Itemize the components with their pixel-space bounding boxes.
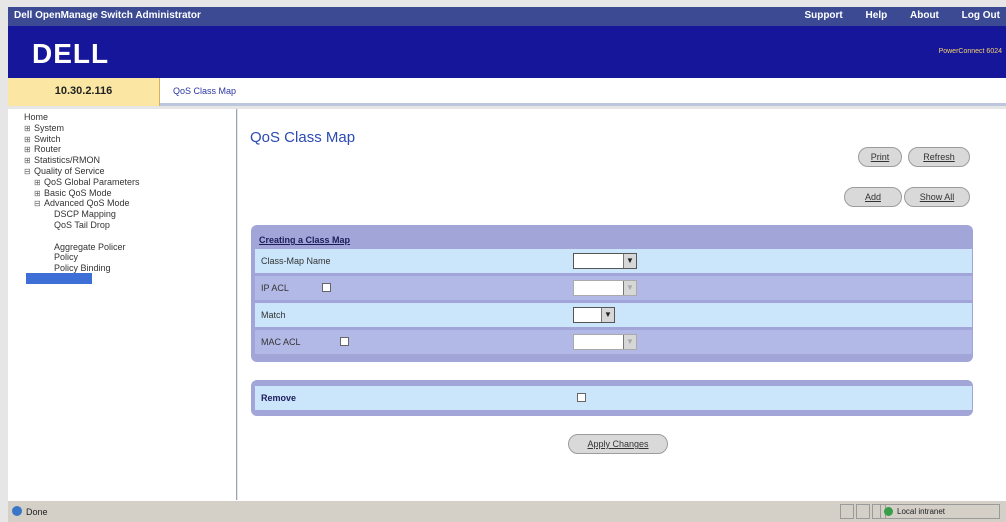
security-zone: Local intranet — [880, 504, 1000, 519]
tree-item-basic-qos-mode[interactable]: ⊞ Basic QoS Mode — [34, 188, 112, 198]
page-done-icon — [12, 506, 22, 516]
about-link[interactable]: About — [910, 10, 939, 21]
tree-item-class-map[interactable]: Class Map — [44, 231, 99, 241]
tree-item-advanced-qos-mode[interactable]: ⊟ Advanced QoS Mode — [34, 198, 130, 208]
ip-acl-label: IP ACL — [261, 283, 289, 293]
tree-item-label: Home — [24, 112, 49, 122]
top-links: Support Help About Log Out — [784, 10, 1000, 21]
help-link[interactable]: Help — [866, 10, 888, 21]
tree-item-label: System — [34, 122, 65, 133]
mac-acl-checkbox[interactable] — [340, 337, 349, 346]
tree-item-system[interactable]: ⊞ System — [24, 123, 64, 133]
app-title: Dell OpenManage Switch Administrator — [14, 10, 201, 21]
page-title: QoS Class Map — [250, 129, 356, 146]
chevron-down-icon: ▼ — [623, 254, 636, 268]
expand-icon[interactable]: ⊞ — [24, 135, 34, 144]
sidebar-tree: Home ⊞ System ⊞ Switch ⊞ Router ⊞ Statistics/RMO… — [8, 109, 237, 500]
support-link[interactable]: Support — [804, 10, 842, 21]
tree-item-label: Quality of Service — [34, 166, 105, 176]
tree-item-policy[interactable]: Policy — [44, 252, 78, 262]
tree-item-label: DSCP Mapping — [54, 209, 116, 220]
chevron-down-icon: ▼ — [623, 281, 636, 295]
apply-changes-button[interactable]: Apply Changes — [568, 434, 668, 454]
remove-label: Remove — [261, 393, 297, 403]
status-bar: Done Local intranet — [8, 500, 1006, 522]
ip-address: 10.30.2.116 — [8, 78, 160, 106]
tree-item-label: Basic QoS Mode — [44, 187, 112, 198]
match-row: Match ▼ — [255, 303, 972, 327]
expand-icon[interactable]: ⊞ — [24, 156, 34, 165]
status-text: Done — [26, 507, 48, 517]
section-title: Creating a Class Map — [259, 235, 351, 245]
ip-acl-row: IP ACL ▼ — [255, 276, 972, 300]
tree-item-qos-global-parameters[interactable]: ⊞ QoS Global Parameters — [34, 177, 140, 187]
tree-item-label: Class Map — [54, 230, 99, 241]
tree-item-label: Aggregate Policer — [54, 241, 126, 252]
tree-item-aggregate-policer[interactable]: Aggregate Policer — [44, 242, 126, 252]
model-name: PowerConnect 6024 — [938, 48, 1002, 55]
add-button[interactable]: Add — [844, 187, 902, 207]
remove-row: Remove — [255, 386, 972, 410]
tree-selection-highlight — [26, 273, 92, 284]
tree-item-home[interactable]: Home — [14, 112, 48, 122]
mac-acl-row: MAC ACL ▼ — [255, 330, 972, 354]
globe-icon — [884, 507, 893, 516]
class-map-name-label: Class-Map Name — [261, 256, 331, 266]
expand-icon[interactable]: ⊞ — [24, 145, 34, 154]
collapse-icon[interactable]: ⊟ — [34, 199, 44, 208]
zone-text: Local intranet — [897, 507, 946, 516]
tree-item-router[interactable]: ⊞ Router — [24, 144, 61, 154]
tree-item-dscp-mapping[interactable]: DSCP Mapping — [44, 209, 116, 219]
collapse-icon[interactable]: ⊟ — [24, 167, 34, 176]
app-window: Dell OpenManage Switch Administrator Sup… — [0, 0, 1006, 522]
tree-item-label: Advanced QoS Mode — [44, 198, 130, 209]
tree-item-label: QoS Global Parameters — [44, 176, 140, 187]
logout-link[interactable]: Log Out — [962, 10, 1000, 21]
chevron-down-icon: ▼ — [601, 308, 614, 322]
mac-acl-label: MAC ACL — [261, 337, 301, 347]
expand-icon[interactable]: ⊞ — [34, 189, 44, 198]
expand-icon[interactable]: ⊞ — [24, 124, 34, 133]
tree-item-qos-tail-drop[interactable]: QoS Tail Drop — [44, 220, 110, 230]
tree-item-label: QoS Tail Drop — [54, 220, 110, 230]
address-row: 10.30.2.116 QoS Class Map — [8, 78, 1006, 106]
expand-icon[interactable]: ⊞ — [34, 178, 44, 187]
refresh-button[interactable]: Refresh — [908, 147, 970, 167]
match-label: Match — [261, 310, 286, 320]
ip-acl-select[interactable]: ▼ — [573, 280, 637, 296]
tree-item-label: Policy Binding — [54, 263, 111, 274]
mac-acl-select[interactable]: ▼ — [573, 334, 637, 350]
tree-item-label: Switch — [34, 133, 61, 144]
tree-item-label: Router — [34, 144, 62, 155]
tree-item-label: Policy — [54, 252, 79, 263]
breadcrumb[interactable]: QoS Class Map — [173, 86, 236, 96]
tree-item-switch[interactable]: ⊞ Switch — [24, 134, 61, 144]
tree-item-label: Statistics/RMON — [34, 155, 101, 166]
print-button[interactable]: Print — [858, 147, 902, 167]
banner: DELL PowerConnect 6024 — [8, 26, 1006, 78]
tree-item-statistics-rmon[interactable]: ⊞ Statistics/RMON — [24, 155, 100, 165]
tree-item-policy-binding[interactable]: Policy Binding — [44, 263, 111, 273]
remove-checkbox[interactable] — [577, 393, 586, 402]
tree-item-quality-of-service[interactable]: ⊟ Quality of Service — [24, 166, 105, 176]
class-map-name-row: Class-Map Name ▼ — [255, 249, 972, 273]
chevron-down-icon: ▼ — [623, 335, 636, 349]
main-panel: QoS Class Map Print Refresh Add Show All… — [238, 109, 1006, 500]
ip-acl-checkbox[interactable] — [322, 283, 331, 292]
class-map-name-select[interactable]: ▼ — [573, 253, 637, 269]
show-all-button[interactable]: Show All — [904, 187, 970, 207]
dell-logo: DELL — [32, 38, 110, 69]
create-class-map-section: Creating a Class Map Class-Map Name ▼ IP… — [251, 225, 973, 362]
match-select[interactable]: ▼ — [573, 307, 615, 323]
top-menu-bar: Dell OpenManage Switch Administrator Sup… — [8, 7, 1006, 26]
remove-section: Remove — [251, 380, 973, 416]
